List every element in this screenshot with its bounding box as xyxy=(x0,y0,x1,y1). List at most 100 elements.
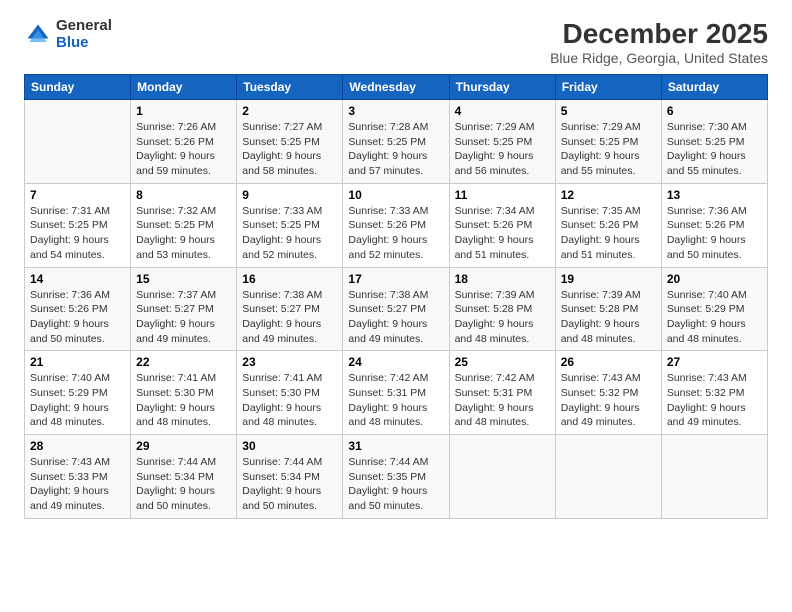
day-cell xyxy=(25,100,131,184)
calendar: SundayMondayTuesdayWednesdayThursdayFrid… xyxy=(24,74,768,519)
weekday-header-thursday: Thursday xyxy=(449,75,555,100)
day-info: Sunrise: 7:37 AM Sunset: 5:27 PM Dayligh… xyxy=(136,288,231,347)
day-info: Sunrise: 7:30 AM Sunset: 5:25 PM Dayligh… xyxy=(667,120,762,179)
weekday-header-row: SundayMondayTuesdayWednesdayThursdayFrid… xyxy=(25,75,768,100)
day-info: Sunrise: 7:42 AM Sunset: 5:31 PM Dayligh… xyxy=(455,371,550,430)
day-info: Sunrise: 7:28 AM Sunset: 5:25 PM Dayligh… xyxy=(348,120,443,179)
day-cell: 16Sunrise: 7:38 AM Sunset: 5:27 PM Dayli… xyxy=(237,267,343,351)
day-info: Sunrise: 7:39 AM Sunset: 5:28 PM Dayligh… xyxy=(561,288,656,347)
weekday-header-saturday: Saturday xyxy=(661,75,767,100)
day-info: Sunrise: 7:44 AM Sunset: 5:35 PM Dayligh… xyxy=(348,455,443,514)
day-info: Sunrise: 7:34 AM Sunset: 5:26 PM Dayligh… xyxy=(455,204,550,263)
day-cell: 17 Sunrise: 7:38 AM Sunset: 5:27 PM Dayli… xyxy=(343,267,449,351)
day-cell: 18Sunrise: 7:39 AM Sunset: 5:28 PM Dayli… xyxy=(449,267,555,351)
day-info: Sunrise: 7:40 AM Sunset: 5:29 PM Dayligh… xyxy=(30,371,125,430)
day-number: 29 xyxy=(136,439,231,453)
day-cell: 11Sunrise: 7:34 AM Sunset: 5:26 PM Dayli… xyxy=(449,183,555,267)
day-cell: 10 Sunrise: 7:33 AM Sunset: 5:26 PM Dayli… xyxy=(343,183,449,267)
day-number: 28 xyxy=(30,439,125,453)
day-info: Sunrise: 7:41 AM Sunset: 5:30 PM Dayligh… xyxy=(136,371,231,430)
day-number: 30 xyxy=(242,439,337,453)
weekday-header-monday: Monday xyxy=(131,75,237,100)
week-row-4: 21 Sunrise: 7:40 AM Sunset: 5:29 PM Dayli… xyxy=(25,351,768,435)
day-number: 31 xyxy=(348,439,443,453)
day-cell: 14 Sunrise: 7:36 AM Sunset: 5:26 PM Dayli… xyxy=(25,267,131,351)
day-info: Sunrise: 7:33 AM Sunset: 5:25 PM Dayligh… xyxy=(242,204,337,263)
day-info: Sunrise: 7:33 AM Sunset: 5:26 PM Dayligh… xyxy=(348,204,443,263)
weekday-header-friday: Friday xyxy=(555,75,661,100)
day-info: Sunrise: 7:44 AM Sunset: 5:34 PM Dayligh… xyxy=(242,455,337,514)
week-row-2: 7 Sunrise: 7:31 AM Sunset: 5:25 PM Daylig… xyxy=(25,183,768,267)
day-number: 12 xyxy=(561,188,656,202)
day-cell: 4 Sunrise: 7:29 AM Sunset: 5:25 PM Daylig… xyxy=(449,100,555,184)
day-info: Sunrise: 7:38 AM Sunset: 5:27 PM Dayligh… xyxy=(242,288,337,347)
day-cell: 21 Sunrise: 7:40 AM Sunset: 5:29 PM Dayli… xyxy=(25,351,131,435)
day-cell: 23 Sunrise: 7:41 AM Sunset: 5:30 PM Dayli… xyxy=(237,351,343,435)
day-cell: 19 Sunrise: 7:39 AM Sunset: 5:28 PM Dayli… xyxy=(555,267,661,351)
week-row-1: 1 Sunrise: 7:26 AM Sunset: 5:26 PM Daylig… xyxy=(25,100,768,184)
calendar-header: SundayMondayTuesdayWednesdayThursdayFrid… xyxy=(25,75,768,100)
weekday-header-tuesday: Tuesday xyxy=(237,75,343,100)
day-info: Sunrise: 7:44 AM Sunset: 5:34 PM Dayligh… xyxy=(136,455,231,514)
day-info: Sunrise: 7:27 AM Sunset: 5:25 PM Dayligh… xyxy=(242,120,337,179)
logo: General Blue xyxy=(24,18,112,51)
day-number: 17 xyxy=(348,272,443,286)
weekday-header-wednesday: Wednesday xyxy=(343,75,449,100)
day-info: Sunrise: 7:43 AM Sunset: 5:33 PM Dayligh… xyxy=(30,455,125,514)
day-number: 18 xyxy=(455,272,550,286)
day-cell xyxy=(661,435,767,519)
day-number: 23 xyxy=(242,355,337,369)
day-number: 7 xyxy=(30,188,125,202)
logo-general: General xyxy=(56,17,112,34)
day-number: 4 xyxy=(455,104,550,118)
day-cell: 27 Sunrise: 7:43 AM Sunset: 5:32 PM Dayli… xyxy=(661,351,767,435)
day-info: Sunrise: 7:32 AM Sunset: 5:25 PM Dayligh… xyxy=(136,204,231,263)
day-number: 21 xyxy=(30,355,125,369)
day-info: Sunrise: 7:43 AM Sunset: 5:32 PM Dayligh… xyxy=(667,371,762,430)
day-cell: 12 Sunrise: 7:35 AM Sunset: 5:26 PM Dayli… xyxy=(555,183,661,267)
weekday-header-sunday: Sunday xyxy=(25,75,131,100)
day-info: Sunrise: 7:31 AM Sunset: 5:25 PM Dayligh… xyxy=(30,204,125,263)
day-number: 15 xyxy=(136,272,231,286)
day-cell: 6Sunrise: 7:30 AM Sunset: 5:25 PM Daylig… xyxy=(661,100,767,184)
day-cell: 31 Sunrise: 7:44 AM Sunset: 5:35 PM Dayli… xyxy=(343,435,449,519)
main-title: December 2025 xyxy=(550,18,768,50)
day-number: 19 xyxy=(561,272,656,286)
day-cell: 8 Sunrise: 7:32 AM Sunset: 5:25 PM Daylig… xyxy=(131,183,237,267)
day-cell: 28 Sunrise: 7:43 AM Sunset: 5:33 PM Dayli… xyxy=(25,435,131,519)
day-cell: 26Sunrise: 7:43 AM Sunset: 5:32 PM Dayli… xyxy=(555,351,661,435)
day-info: Sunrise: 7:38 AM Sunset: 5:27 PM Dayligh… xyxy=(348,288,443,347)
day-info: Sunrise: 7:41 AM Sunset: 5:30 PM Dayligh… xyxy=(242,371,337,430)
day-cell: 9Sunrise: 7:33 AM Sunset: 5:25 PM Daylig… xyxy=(237,183,343,267)
day-cell: 1 Sunrise: 7:26 AM Sunset: 5:26 PM Daylig… xyxy=(131,100,237,184)
day-number: 5 xyxy=(561,104,656,118)
title-area: December 2025 Blue Ridge, Georgia, Unite… xyxy=(550,18,768,66)
day-number: 25 xyxy=(455,355,550,369)
day-number: 13 xyxy=(667,188,762,202)
logo-text: General Blue xyxy=(56,18,112,51)
day-info: Sunrise: 7:36 AM Sunset: 5:26 PM Dayligh… xyxy=(30,288,125,347)
day-cell: 3Sunrise: 7:28 AM Sunset: 5:25 PM Daylig… xyxy=(343,100,449,184)
day-cell: 2 Sunrise: 7:27 AM Sunset: 5:25 PM Daylig… xyxy=(237,100,343,184)
day-number: 26 xyxy=(561,355,656,369)
day-info: Sunrise: 7:29 AM Sunset: 5:25 PM Dayligh… xyxy=(455,120,550,179)
day-info: Sunrise: 7:35 AM Sunset: 5:26 PM Dayligh… xyxy=(561,204,656,263)
day-info: Sunrise: 7:36 AM Sunset: 5:26 PM Dayligh… xyxy=(667,204,762,263)
day-info: Sunrise: 7:26 AM Sunset: 5:26 PM Dayligh… xyxy=(136,120,231,179)
calendar-body: 1 Sunrise: 7:26 AM Sunset: 5:26 PM Daylig… xyxy=(25,100,768,519)
page: General Blue December 2025 Blue Ridge, G… xyxy=(0,0,792,612)
week-row-3: 14 Sunrise: 7:36 AM Sunset: 5:26 PM Dayli… xyxy=(25,267,768,351)
logo-icon xyxy=(24,21,52,49)
day-number: 20 xyxy=(667,272,762,286)
day-number: 27 xyxy=(667,355,762,369)
day-number: 2 xyxy=(242,104,337,118)
logo-blue: Blue xyxy=(56,34,89,51)
day-number: 10 xyxy=(348,188,443,202)
day-number: 14 xyxy=(30,272,125,286)
day-cell: 29 Sunrise: 7:44 AM Sunset: 5:34 PM Dayli… xyxy=(131,435,237,519)
day-cell: 30 Sunrise: 7:44 AM Sunset: 5:34 PM Dayli… xyxy=(237,435,343,519)
day-info: Sunrise: 7:40 AM Sunset: 5:29 PM Dayligh… xyxy=(667,288,762,347)
day-number: 1 xyxy=(136,104,231,118)
day-cell: 15 Sunrise: 7:37 AM Sunset: 5:27 PM Dayli… xyxy=(131,267,237,351)
day-number: 8 xyxy=(136,188,231,202)
